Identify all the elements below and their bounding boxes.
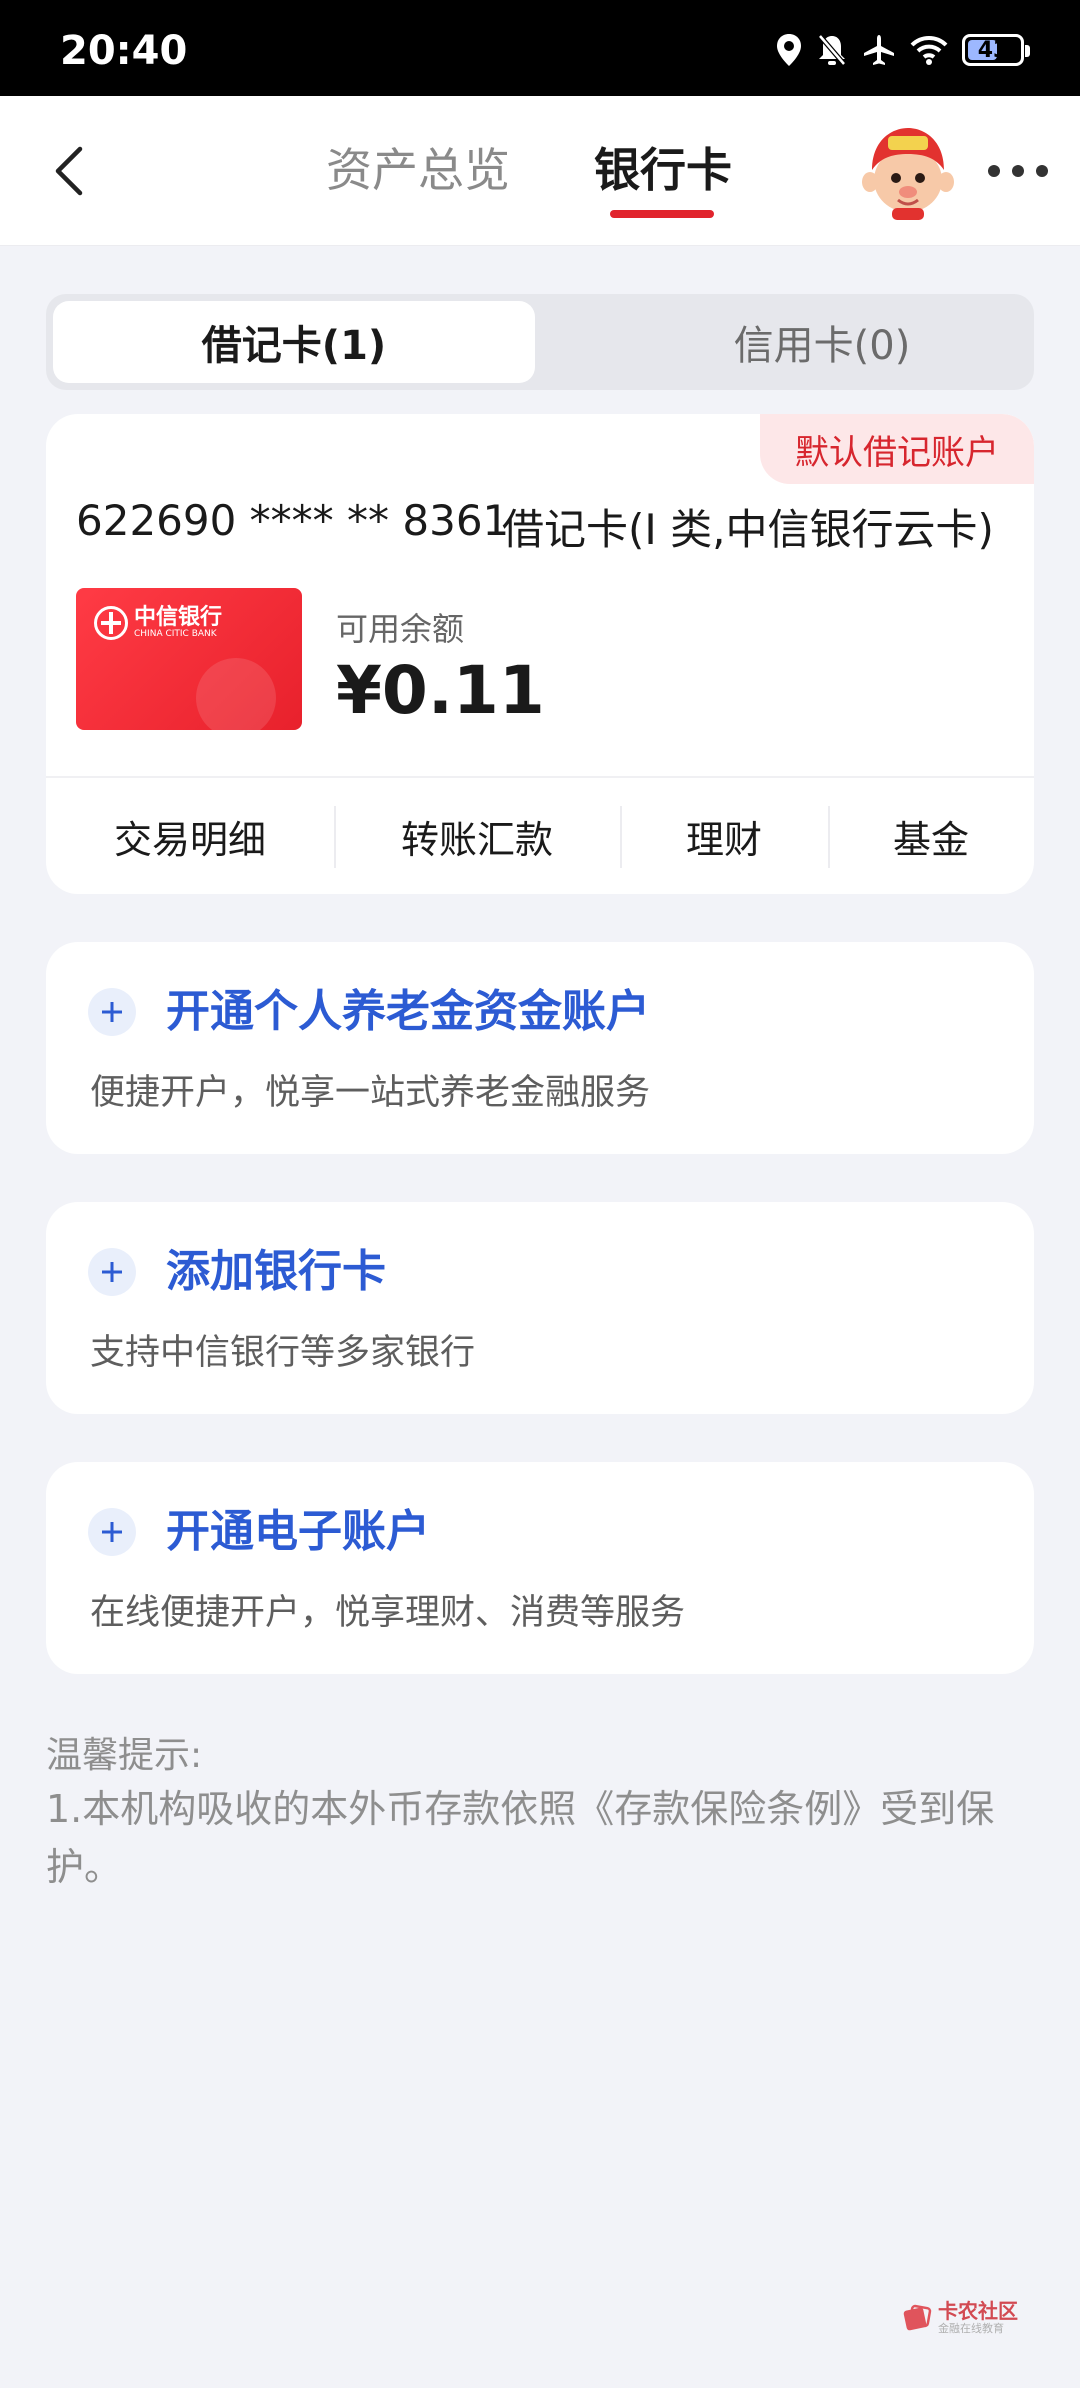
promo-subtitle: 支持中信银行等多家银行 [90,1333,476,1373]
more-dot-icon [1012,165,1024,177]
open-e-account-card[interactable]: 开通电子账户 在线便捷开户，悦享理财、消费等服务 [46,1462,1034,1674]
chevron-left-icon [55,146,83,196]
segment-debit-card[interactable]: 借记卡(1) [53,301,535,383]
card-number: 622690 **** ** 8361 [76,496,510,545]
watermark-subtext: 金融在线教育 [938,2322,1004,2335]
card-type-label: 借记卡(I 类,中信银行云卡) [502,505,994,554]
bell-off-icon [818,34,846,66]
transaction-details-button[interactable]: 交易明细 [46,778,334,894]
fund-button[interactable]: 基金 [828,778,1034,894]
promo-title: 添加银行卡 [166,1246,386,1297]
tab-bank-card[interactable]: 银行卡 [594,140,732,200]
more-dot-icon [1036,165,1048,177]
more-button[interactable] [988,156,1048,186]
open-pension-account-card[interactable]: 开通个人养老金资金账户 便捷开户，悦享一站式养老金融服务 [46,942,1034,1154]
bank-name-en: CHINA CITIC BANK [134,629,217,639]
battery-icon: 43 [962,34,1030,66]
more-dot-icon [988,165,1000,177]
bank-logo: 中信银行 CHINA CITIC BANK [94,606,222,640]
battery-level: 43 [977,37,1009,63]
tab-asset-overview[interactable]: 资产总览 [326,140,510,200]
bank-name: 中信银行 [134,605,223,630]
watermark: 卡农社区 金融在线教育 [902,2300,1018,2336]
card-decoration [196,658,276,730]
balance-value: ¥0.11 [336,652,545,729]
watermark-logo-icon [903,2304,932,2331]
balance-label: 可用余额 [336,610,465,648]
card-type-segment: 借记卡(1) 信用卡(0) [46,294,1034,390]
back-button[interactable] [44,136,94,206]
bank-card-image: 中信银行 CHINA CITIC BANK [76,588,302,730]
airplane-icon [864,35,894,65]
transfer-button[interactable]: 转账汇款 [334,778,620,894]
debit-card-panel[interactable]: 默认借记账户 622690 **** ** 8361 借记卡(I 类,中信银行云… [46,414,1034,894]
promo-title: 开通个人养老金资金账户 [166,986,650,1037]
default-account-badge: 默认借记账户 [760,414,1034,484]
mascot-icon [862,128,954,220]
plus-icon [88,1508,136,1556]
status-bar: 20:40 43 [0,0,1080,96]
location-icon [777,34,801,66]
nav-bar: 资产总览 银行卡 [0,96,1080,246]
status-time: 20:40 [60,28,188,74]
card-actions: 交易明细 转账汇款 理财 基金 [46,778,1034,894]
status-icons: 43 [776,30,1030,70]
add-bank-card-card[interactable]: 添加银行卡 支持中信银行等多家银行 [46,1202,1034,1414]
mascot-avatar[interactable] [862,122,954,222]
tips-body: 1.本机构吸收的本外币存款依照《存款保险条例》受到保护。 [46,1787,995,1889]
plus-icon [88,988,136,1036]
tips-title: 温馨提示: [46,1735,203,1776]
wifi-icon [910,35,948,65]
wealth-management-button[interactable]: 理财 [620,778,828,894]
promo-subtitle: 便捷开户，悦享一站式养老金融服务 [90,1073,651,1113]
segment-credit-card[interactable]: 信用卡(0) [581,301,1063,383]
plus-icon [88,1248,136,1296]
active-tab-indicator [610,210,714,218]
citic-logo-icon [94,606,128,640]
watermark-text: 卡农社区 [938,2299,1018,2323]
promo-subtitle: 在线便捷开户，悦享理财、消费等服务 [90,1593,686,1633]
promo-title: 开通电子账户 [166,1506,430,1557]
